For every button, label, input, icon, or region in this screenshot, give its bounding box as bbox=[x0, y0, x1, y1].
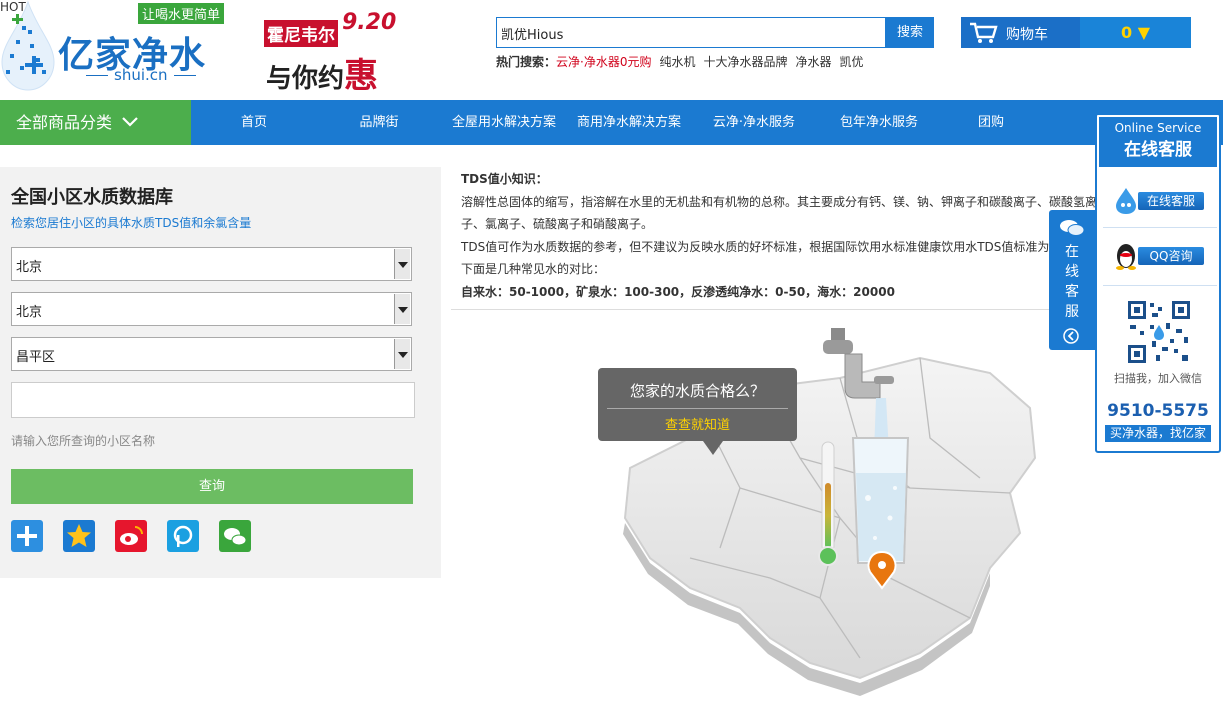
district-value: 昌平区 bbox=[16, 350, 56, 365]
weibo-icon[interactable] bbox=[115, 520, 147, 552]
water-drop-mascot-icon bbox=[1116, 188, 1136, 214]
all-categories-menu[interactable]: 全部商品分类 bbox=[0, 100, 191, 145]
nav-item-annual-service[interactable]: 包年净水服务 bbox=[829, 100, 929, 145]
nav-item-cloud-service[interactable]: 云净·净水服务 bbox=[704, 100, 804, 145]
wechat-icon[interactable] bbox=[219, 520, 251, 552]
cart-left[interactable]: 购物车 bbox=[961, 17, 1079, 48]
shopping-cart-icon bbox=[970, 22, 998, 43]
online-service-tab-label: 在线客服 bbox=[1065, 244, 1079, 320]
search-button[interactable]: 搜索 bbox=[886, 17, 934, 48]
qzone-star-icon[interactable] bbox=[63, 520, 95, 552]
prompt-divider bbox=[607, 408, 788, 409]
bubble-tail bbox=[703, 441, 723, 455]
cart-count[interactable]: 0 ▼ bbox=[1080, 17, 1191, 48]
main-nav: 全部商品分类 首页 品牌街 全屋用水解决方案 商用净水解决方案 云净·净水服务 … bbox=[0, 100, 1223, 145]
online-chat-label: 在线客服 bbox=[1138, 192, 1204, 210]
promo-brand: 霍尼韦尔 bbox=[264, 20, 338, 47]
water-quality-search-panel: 全国小区水质数据库 检索您居住小区的具体水质TDS值和余氯含量 北京 北京 昌平… bbox=[0, 167, 441, 578]
promo-banner[interactable]: 霍尼韦尔 9.20 与你约惠 bbox=[262, 8, 396, 96]
water-quality-prompt: 您家的水质合格么？ 查查就知道 bbox=[598, 368, 797, 455]
nav-item-home[interactable]: 首页 bbox=[214, 100, 294, 145]
all-categories-label: 全部商品分类 bbox=[16, 113, 113, 132]
divider bbox=[451, 309, 1111, 310]
chat-bubbles-icon bbox=[1060, 220, 1085, 236]
dropdown-arrow-icon[interactable] bbox=[394, 294, 410, 324]
province-value: 北京 bbox=[16, 260, 43, 275]
check-now-link[interactable]: 查查就知道 bbox=[598, 414, 797, 433]
knowledge-paragraph-1: 溶解性总固体的缩写，指溶解在水里的无机盐和有机物的总称。其主要成分有钙、镁、钠、… bbox=[461, 194, 1098, 232]
collapse-arrow-icon[interactable] bbox=[1063, 328, 1079, 344]
online-service-tab[interactable]: 在线客服 bbox=[1049, 210, 1095, 350]
province-select[interactable]: 北京 bbox=[11, 247, 412, 281]
nav-item-commercial[interactable]: 商用净水解决方案 bbox=[574, 100, 684, 145]
district-select[interactable]: 昌平区 bbox=[11, 337, 412, 371]
separator bbox=[1103, 285, 1217, 286]
online-chat-button[interactable]: 在线客服 bbox=[1114, 187, 1206, 215]
community-input[interactable] bbox=[11, 382, 415, 418]
chevron-down-icon bbox=[122, 117, 138, 127]
nav-item-group-buy[interactable]: 团购 bbox=[966, 100, 1016, 145]
hot-search-link[interactable]: 云净·净水器0元购 bbox=[556, 55, 651, 69]
hot-searches: 热门搜索：云净·净水器0元购 纯水机 十大净水器品牌 净水器 凯优 bbox=[496, 53, 872, 70]
header: 让喝水更简单 亿家净水 shui.cn 霍尼韦尔 9.20 与你约惠 凯优Hio… bbox=[0, 0, 1223, 100]
query-button[interactable]: 查询 bbox=[11, 469, 413, 504]
qq-consult-label: QQ咨询 bbox=[1138, 247, 1204, 265]
community-hint: 请输入您所查询的小区名称 bbox=[11, 434, 156, 448]
panel-title: 全国小区水质数据库 bbox=[11, 187, 173, 208]
panel-subtitle: 检索您居住小区的具体水质TDS值和余氯含量 bbox=[11, 216, 252, 230]
qq-consult-button[interactable]: QQ咨询 bbox=[1114, 242, 1206, 270]
hot-search-link[interactable]: 净水器 bbox=[796, 55, 832, 69]
knowledge-title: TDS值小知识： bbox=[461, 172, 548, 186]
promo-hui: 惠 bbox=[344, 56, 379, 96]
cart-label: 购物车 bbox=[1006, 27, 1048, 43]
hot-search-label: 热门搜索： bbox=[496, 55, 557, 69]
logo-domain: shui.cn bbox=[80, 66, 202, 84]
buy-slogan: 买净水器，找亿家 bbox=[1105, 425, 1211, 442]
service-phone: 9510-5575 bbox=[1107, 401, 1209, 421]
knowledge-comparison: 自来水：50-1000，矿泉水：100-300，反渗透纯净水：0-50，海水：2… bbox=[461, 284, 895, 299]
hot-search-link[interactable]: 纯水机 bbox=[659, 55, 695, 69]
logo-tagline: 让喝水更简单 bbox=[138, 3, 225, 24]
prompt-question: 您家的水质合格么？ bbox=[629, 382, 765, 400]
site-logo[interactable]: 让喝水更简单 亿家净水 shui.cn bbox=[0, 0, 230, 92]
city-select[interactable]: 北京 bbox=[11, 292, 412, 326]
service-title-cn: 在线客服 bbox=[1124, 140, 1192, 160]
promo-date: 9.20 bbox=[342, 10, 397, 35]
qq-penguin-icon bbox=[1116, 244, 1136, 270]
scan-wechat-text: 扫描我，加入微信 bbox=[1114, 372, 1202, 385]
cart-button[interactable]: 购物车 0 ▼ bbox=[961, 17, 1191, 48]
dropdown-arrow-icon[interactable] bbox=[394, 249, 410, 279]
separator bbox=[1103, 227, 1217, 228]
promo-slogan: 与你约惠 bbox=[266, 48, 378, 97]
nav-item-brands[interactable]: 品牌街 bbox=[339, 100, 419, 145]
hot-search-link[interactable]: 凯优 bbox=[840, 55, 864, 69]
service-header: Online Service 在线客服 bbox=[1099, 117, 1217, 167]
city-value: 北京 bbox=[16, 305, 43, 320]
wechat-qr-code-icon bbox=[1126, 299, 1192, 365]
knowledge-paragraph-2: TDS值可作为水质数据的参考，但不建议为反映水质的好坏标准，根据国际饮用水标准健… bbox=[461, 239, 1101, 277]
promo-slogan-text: 与你约 bbox=[266, 64, 345, 94]
share-more-icon[interactable] bbox=[11, 520, 43, 552]
hot-search-link[interactable]: 十大净水器品牌 bbox=[703, 55, 787, 69]
dropdown-arrow-icon[interactable] bbox=[394, 339, 410, 369]
tds-knowledge: TDS值小知识： 溶解性总固体的缩写，指溶解在水里的无机盐和有机物的总称。其主要… bbox=[461, 168, 1101, 303]
service-title-en: Online Service bbox=[1114, 121, 1202, 135]
tencent-weibo-icon[interactable] bbox=[167, 520, 199, 552]
hot-badge: HOT bbox=[0, 0, 26, 14]
online-service-panel: Online Service 在线客服 在线客服 QQ咨询 扫描我，加入微信 9… bbox=[1095, 113, 1221, 453]
search-input[interactable]: 凯优Hious bbox=[496, 17, 886, 48]
nav-item-whole-house[interactable]: 全屋用水解决方案 bbox=[449, 100, 559, 145]
